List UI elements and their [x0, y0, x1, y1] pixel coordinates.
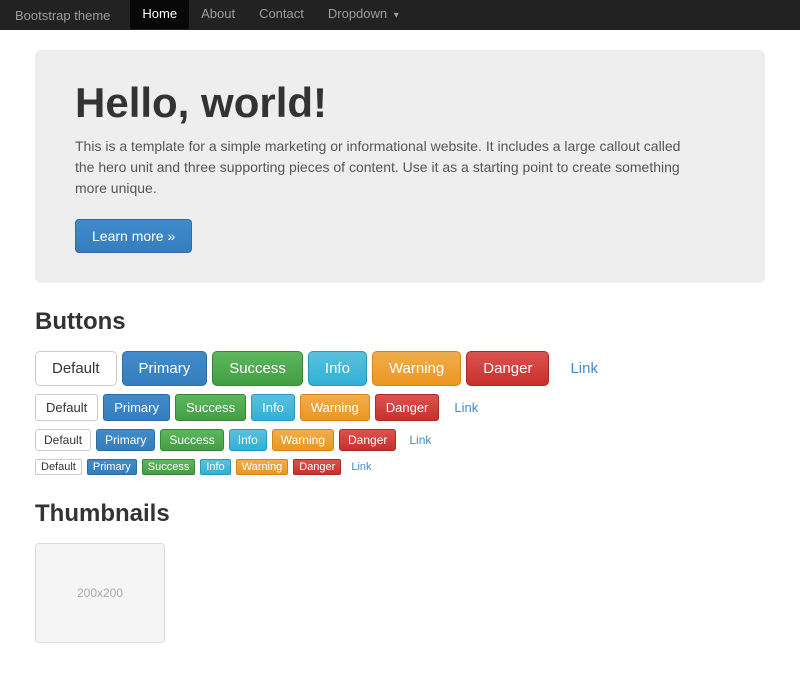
btn-info-xs[interactable]: Info	[200, 459, 230, 475]
chevron-down-icon: ▾	[394, 10, 399, 21]
hero-description: This is a template for a simple marketin…	[75, 136, 695, 199]
btn-info-sm[interactable]: Info	[229, 429, 267, 451]
btn-info-md[interactable]: Info	[251, 394, 295, 421]
navbar-brand[interactable]: Bootstrap theme	[15, 8, 110, 23]
thumbnail-label: 200x200	[77, 586, 123, 600]
btn-primary-lg[interactable]: Primary	[122, 351, 208, 386]
btn-success-xs[interactable]: Success	[142, 459, 196, 475]
button-row-md: Default Primary Success Info Warning Dan…	[35, 394, 765, 421]
btn-primary-md[interactable]: Primary	[103, 394, 170, 421]
btn-danger-md[interactable]: Danger	[375, 394, 440, 421]
main-container: Hello, world! This is a template for a s…	[20, 30, 780, 683]
nav-link-about[interactable]: About	[189, 0, 247, 29]
hero-unit: Hello, world! This is a template for a s…	[35, 50, 765, 283]
btn-success-lg[interactable]: Success	[212, 351, 303, 386]
btn-info-lg[interactable]: Info	[308, 351, 367, 386]
btn-default-lg[interactable]: Default	[35, 351, 117, 386]
btn-default-xs[interactable]: Default	[35, 459, 82, 475]
btn-link-sm[interactable]: Link	[401, 430, 439, 450]
btn-default-md[interactable]: Default	[35, 394, 98, 421]
nav-item-about[interactable]: About	[189, 0, 247, 31]
btn-link-xs[interactable]: Link	[346, 460, 376, 474]
btn-warning-md[interactable]: Warning	[300, 394, 370, 421]
nav-item-home[interactable]: Home	[130, 0, 189, 31]
navbar-nav: Home About Contact Dropdown ▾	[130, 0, 410, 31]
nav-item-contact[interactable]: Contact	[247, 0, 316, 31]
nav-item-dropdown[interactable]: Dropdown ▾	[316, 0, 411, 31]
navbar: Bootstrap theme Home About Contact Dropd…	[0, 0, 800, 30]
btn-success-md[interactable]: Success	[175, 394, 246, 421]
buttons-heading: Buttons	[35, 308, 765, 336]
btn-warning-lg[interactable]: Warning	[372, 351, 461, 386]
btn-default-sm[interactable]: Default	[35, 429, 91, 451]
btn-danger-xs[interactable]: Danger	[293, 459, 341, 475]
learn-more-button[interactable]: Learn more »	[75, 219, 192, 253]
nav-link-home[interactable]: Home	[130, 0, 189, 29]
btn-danger-lg[interactable]: Danger	[466, 351, 549, 386]
hero-title: Hello, world!	[75, 80, 725, 126]
btn-danger-sm[interactable]: Danger	[339, 429, 396, 451]
btn-warning-xs[interactable]: Warning	[236, 459, 289, 475]
thumbnails-section: Thumbnails 200x200	[35, 500, 765, 643]
thumbnails-heading: Thumbnails	[35, 500, 765, 528]
btn-link-md[interactable]: Link	[444, 395, 488, 420]
btn-primary-xs[interactable]: Primary	[87, 459, 137, 475]
btn-warning-sm[interactable]: Warning	[272, 429, 334, 451]
nav-link-contact[interactable]: Contact	[247, 0, 316, 29]
button-row-xs: Default Primary Success Info Warning Dan…	[35, 459, 765, 475]
thumbnail-item[interactable]: 200x200	[35, 543, 165, 643]
buttons-section: Buttons Default Primary Success Info War…	[35, 308, 765, 475]
btn-success-sm[interactable]: Success	[160, 429, 223, 451]
btn-primary-sm[interactable]: Primary	[96, 429, 155, 451]
btn-link-lg[interactable]: Link	[554, 352, 614, 385]
button-row-sm: Default Primary Success Info Warning Dan…	[35, 429, 765, 451]
nav-link-dropdown[interactable]: Dropdown ▾	[316, 0, 411, 31]
button-row-lg: Default Primary Success Info Warning Dan…	[35, 351, 765, 386]
